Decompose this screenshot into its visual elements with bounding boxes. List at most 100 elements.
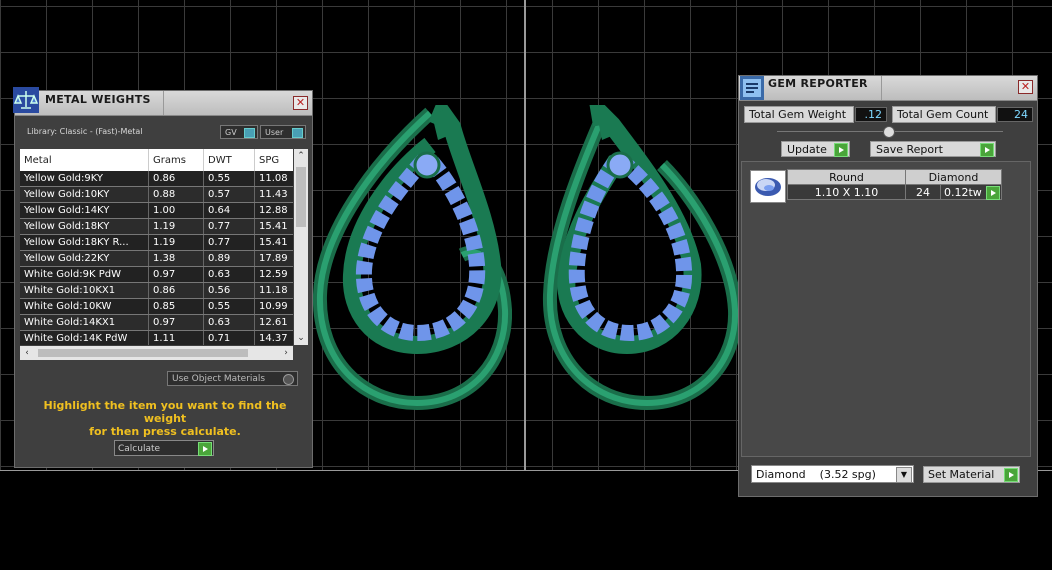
metal-weights-titlebar[interactable]: METAL WEIGHTS ✕	[13, 87, 312, 116]
total-gem-weight-label: Total Gem Weight	[744, 106, 854, 123]
table-row[interactable]: White Gold:14K PdW 1.11 0.71 14.37	[20, 330, 293, 345]
user-toggle[interactable]: User	[260, 125, 306, 139]
total-gem-count-value: 24	[997, 107, 1033, 122]
cell-metal: White Gold:10KX1	[20, 282, 149, 299]
cell-grams: 1.00	[148, 202, 204, 219]
save-report-button[interactable]: Save Report	[870, 141, 996, 157]
table-row[interactable]: Yellow Gold:22KY 1.38 0.89 17.89	[20, 250, 293, 267]
table-row[interactable]: White Gold:10KW 0.85 0.55 10.99	[20, 298, 293, 315]
cell-spg: 11.18	[254, 282, 293, 299]
cell-dwt: 0.77	[203, 234, 255, 251]
cell-grams: 0.85	[148, 298, 204, 315]
library-label: Library: Classic - (Fast)-Metal	[27, 127, 143, 136]
cell-dwt: 0.55	[203, 171, 255, 187]
scroll-thumb-horizontal[interactable]	[38, 349, 248, 357]
table-row[interactable]: Yellow Gold:18KY 1.19 0.77 15.41	[20, 218, 293, 235]
cell-dwt: 0.89	[203, 250, 255, 267]
material-select-value: Diamond (3.52 spg)	[756, 468, 876, 481]
update-label: Update	[787, 143, 827, 156]
gem-list-area[interactable]: Round Diamond 1.10 X 1.10 24 0.12tw	[741, 161, 1031, 457]
table-row[interactable]: White Gold:14KX1 0.97 0.63 12.61	[20, 314, 293, 331]
close-icon[interactable]: ✕	[293, 96, 308, 110]
cell-metal: White Gold:14K PdW	[20, 330, 149, 345]
metal-table[interactable]: Metal Grams DWT SPG Yellow Gold:9KY 0.86 0…	[20, 149, 293, 345]
gv-toggle[interactable]: GV	[220, 125, 258, 139]
cell-grams: 0.97	[148, 314, 204, 331]
update-button[interactable]: Update	[781, 141, 850, 157]
cell-spg: 17.89	[254, 250, 293, 267]
viewport-vertical-axis	[524, 0, 526, 470]
gem-reporter-title: GEM REPORTER	[768, 77, 868, 90]
diamond-icon	[751, 171, 785, 202]
gem-size: 1.10 X 1.10	[787, 184, 906, 200]
cell-spg: 11.08	[254, 171, 293, 187]
gv-indicator-icon	[244, 128, 255, 138]
column-header-spg[interactable]: SPG	[254, 149, 293, 171]
titlebar-divider	[163, 91, 164, 115]
scroll-down-icon[interactable]: ⌄	[294, 331, 308, 345]
radio-indicator-icon	[283, 374, 294, 385]
table-row[interactable]: Yellow Gold:9KY 0.86 0.55 11.08	[20, 171, 293, 187]
save-report-label: Save Report	[876, 143, 943, 156]
cell-grams: 1.11	[148, 330, 204, 345]
cell-spg: 10.99	[254, 298, 293, 315]
gem-weight: 0.12tw	[944, 185, 982, 199]
report-slider[interactable]	[777, 126, 1003, 138]
column-header-grams[interactable]: Grams	[148, 149, 204, 171]
scale-icon	[13, 87, 39, 113]
cell-spg: 12.59	[254, 266, 293, 283]
right-earring-model[interactable]	[542, 105, 742, 410]
table-row[interactable]: White Gold:10KX1 0.86 0.56 11.18	[20, 282, 293, 299]
use-object-materials-label: Use Object Materials	[172, 374, 266, 384]
close-icon[interactable]: ✕	[1018, 80, 1033, 94]
cell-grams: 0.97	[148, 266, 204, 283]
scroll-right-icon[interactable]: ›	[279, 346, 293, 360]
slider-knob[interactable]	[883, 126, 895, 138]
cell-metal: Yellow Gold:22KY	[20, 250, 149, 267]
calculate-button[interactable]: Calculate	[114, 440, 214, 456]
cell-spg: 12.88	[254, 202, 293, 219]
cell-dwt: 0.63	[203, 314, 255, 331]
column-header-dwt[interactable]: DWT	[203, 149, 255, 171]
cell-metal: Yellow Gold:14KY	[20, 202, 149, 219]
scroll-up-icon[interactable]: ⌃	[294, 149, 308, 163]
round-diamond-thumbnail[interactable]	[750, 170, 786, 203]
scroll-left-icon[interactable]: ‹	[20, 346, 34, 360]
cell-metal: White Gold:10KW	[20, 298, 149, 315]
table-row[interactable]: Yellow Gold:10KY 0.88 0.57 11.43	[20, 186, 293, 203]
set-material-button[interactable]: Set Material	[923, 466, 1020, 483]
gem-reporter-titlebar[interactable]: GEM REPORTER ✕	[739, 76, 1037, 101]
cell-spg: 12.61	[254, 314, 293, 331]
gem-summary-table[interactable]: Round Diamond 1.10 X 1.10 24 0.12tw	[787, 169, 1002, 200]
instruction-text: Highlight the item you want to find the …	[27, 399, 303, 438]
metal-table-vertical-scrollbar[interactable]: ⌃ ⌄	[294, 149, 308, 345]
table-row[interactable]: Yellow Gold:18KY R... 1.19 0.77 15.41	[20, 234, 293, 251]
metal-weights-title: METAL WEIGHTS	[45, 93, 151, 106]
metal-weights-panel: METAL WEIGHTS ✕ Library: Classic - (Fast…	[13, 87, 313, 468]
cell-grams: 1.19	[148, 234, 204, 251]
left-earring-model[interactable]	[312, 105, 512, 410]
gem-report-icon	[740, 76, 764, 100]
cell-dwt: 0.71	[203, 330, 255, 345]
instruction-line-1: Highlight the item you want to find the …	[43, 399, 287, 425]
cell-dwt: 0.56	[203, 282, 255, 299]
material-select[interactable]: Diamond (3.52 spg) ▼	[751, 465, 914, 483]
cell-spg: 11.43	[254, 186, 293, 203]
calculate-label: Calculate	[118, 444, 161, 454]
scroll-thumb[interactable]	[296, 167, 306, 227]
gv-label: GV	[225, 128, 237, 137]
chevron-down-icon: ▼	[896, 467, 912, 483]
use-object-materials-toggle[interactable]: Use Object Materials	[167, 371, 298, 386]
cell-grams: 1.38	[148, 250, 204, 267]
table-row[interactable]: White Gold:9K PdW 0.97 0.63 12.59	[20, 266, 293, 283]
table-row[interactable]: Yellow Gold:14KY 1.00 0.64 12.88	[20, 202, 293, 219]
gem-reporter-panel: GEM REPORTER ✕ Total Gem Weight .12 Tota…	[738, 75, 1038, 497]
metal-table-horizontal-scrollbar[interactable]: ‹ ›	[20, 346, 293, 360]
cell-metal: Yellow Gold:10KY	[20, 186, 149, 203]
column-header-metal[interactable]: Metal	[20, 149, 149, 171]
total-gem-count-label: Total Gem Count	[892, 106, 996, 123]
cell-metal: White Gold:14KX1	[20, 314, 149, 331]
gem-weight-cell[interactable]: 0.12tw	[940, 184, 1002, 200]
cell-dwt: 0.55	[203, 298, 255, 315]
cell-spg: 15.41	[254, 234, 293, 251]
